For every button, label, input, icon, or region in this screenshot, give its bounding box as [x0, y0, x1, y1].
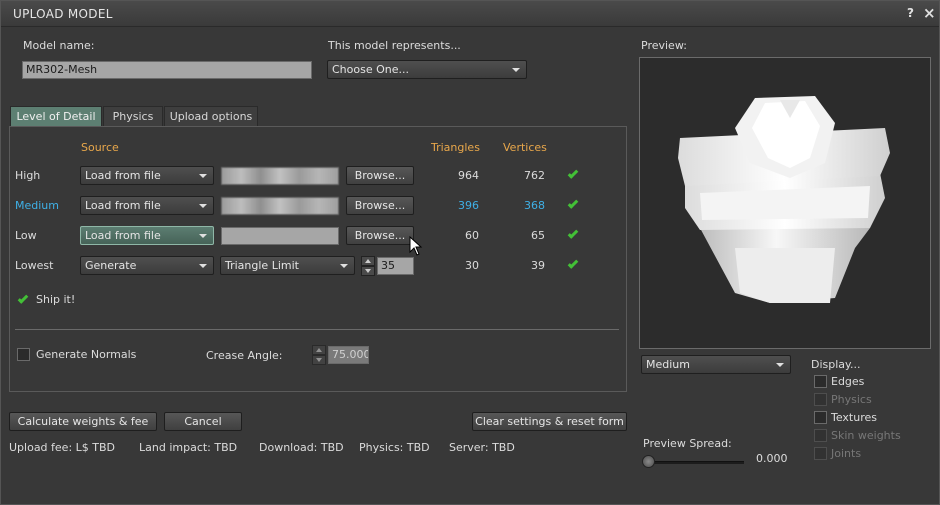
stepper-down-arrow-icon: [312, 355, 326, 365]
tab-level-of-detail[interactable]: Level of Detail: [10, 106, 102, 126]
lod-source-value: Generate: [85, 259, 137, 272]
lod-source-dropdown-lowest[interactable]: Generate: [80, 256, 214, 275]
lod-file-path-medium[interactable]: [221, 197, 339, 215]
generate-normals-checkbox[interactable]: [17, 348, 30, 361]
display-edges-checkbox[interactable]: [814, 375, 827, 388]
triangle-limit-stepper[interactable]: [361, 256, 375, 276]
triangles-value-high: 964: [458, 169, 479, 182]
display-joints-label: Joints: [831, 447, 862, 460]
mesh-preview-image: [678, 96, 890, 303]
display-physics-label: Physics: [831, 393, 872, 406]
generate-normals-label: Generate Normals: [36, 348, 137, 361]
model-name-label: Model name:: [23, 39, 95, 52]
preview-label: Preview:: [641, 39, 687, 52]
lod-row-name-medium: Medium: [15, 199, 59, 212]
server-text: Server: TBD: [449, 441, 515, 454]
upload-fee-text: Upload fee: L$ TBD: [9, 441, 116, 454]
display-label: Display...: [811, 358, 861, 371]
vertices-value-medium: 368: [524, 199, 545, 212]
chevron-down-icon: [199, 234, 207, 238]
display-skin-weights-checkbox: [814, 429, 827, 442]
lod-source-value: Load from file: [85, 199, 161, 212]
display-textures-label: Textures: [831, 411, 877, 424]
preview-spread-slider-handle[interactable]: [642, 455, 655, 468]
divider: [15, 329, 619, 330]
chevron-down-icon: [512, 68, 520, 72]
display-physics-checkbox: [814, 393, 827, 406]
chevron-down-icon: [340, 264, 348, 268]
download-text: Download: TBD: [259, 441, 344, 454]
chevron-down-icon: [199, 204, 207, 208]
window-title: UPLOAD MODEL: [13, 7, 113, 21]
chevron-down-icon: [199, 264, 207, 268]
tab-upload-options[interactable]: Upload options: [164, 106, 258, 126]
preview-spread-value: 0.000: [756, 452, 788, 465]
clear-settings-button[interactable]: Clear settings & reset form: [472, 412, 627, 431]
lod-file-path-low[interactable]: [221, 227, 339, 245]
ship-it-label: Ship it!: [36, 293, 76, 306]
display-textures-checkbox[interactable]: [814, 411, 827, 424]
display-edges-label: Edges: [831, 375, 865, 388]
vertices-value-low: 65: [531, 229, 545, 242]
preview-lod-dropdown[interactable]: Medium: [641, 355, 791, 374]
browse-button-high[interactable]: Browse...: [346, 166, 414, 185]
lod-row-name-low: Low: [15, 229, 37, 242]
chevron-down-icon: [776, 363, 784, 367]
crease-angle-input: 75.000: [328, 346, 369, 364]
lod-source-dropdown-medium[interactable]: Load from file: [80, 196, 214, 215]
land-impact-text: Land impact: TBD: [139, 441, 238, 454]
physics-text: Physics: TBD: [359, 441, 430, 454]
lod-source-value: Load from file: [85, 169, 161, 182]
stepper-up-arrow-icon[interactable]: [361, 256, 375, 266]
vertices-header: Vertices: [503, 141, 547, 154]
triangles-value-lowest: 30: [465, 259, 479, 272]
lod-source-dropdown-low[interactable]: Load from file: [80, 226, 214, 245]
upload-model-window: UPLOAD MODEL ? × Model name: MR302-Mesh …: [0, 0, 940, 505]
browse-button-low[interactable]: Browse...: [346, 226, 414, 245]
tab-physics[interactable]: Physics: [103, 106, 163, 126]
represents-value: Choose One...: [332, 63, 409, 76]
model-name-input[interactable]: MR302-Mesh: [22, 61, 312, 79]
crease-angle-stepper: [312, 345, 326, 365]
vertices-value-high: 762: [524, 169, 545, 182]
preview-lod-value: Medium: [646, 358, 690, 371]
preview-spread-label: Preview Spread:: [643, 437, 732, 450]
lod-file-path-high[interactable]: [221, 167, 339, 185]
triangles-value-medium: 396: [458, 199, 479, 212]
help-button[interactable]: ?: [907, 6, 914, 20]
cancel-button[interactable]: Cancel: [164, 412, 242, 431]
triangles-value-low: 60: [465, 229, 479, 242]
title-bar[interactable]: UPLOAD MODEL ? ×: [1, 1, 939, 27]
lod-method-value: Triangle Limit: [225, 259, 299, 272]
close-button[interactable]: ×: [923, 4, 936, 22]
display-skin-weights-label: Skin weights: [831, 429, 901, 442]
lod-method-dropdown-lowest[interactable]: Triangle Limit: [220, 256, 355, 275]
lod-row-name-high: High: [15, 169, 41, 182]
mouse-cursor-icon: [409, 236, 423, 256]
stepper-down-arrow-icon[interactable]: [361, 266, 375, 276]
browse-button-medium[interactable]: Browse...: [346, 196, 414, 215]
preview-viewport[interactable]: [639, 57, 931, 349]
lod-source-dropdown-high[interactable]: Load from file: [80, 166, 214, 185]
triangle-limit-input[interactable]: 35: [377, 257, 414, 275]
display-joints-checkbox: [814, 447, 827, 460]
stepper-up-arrow-icon: [312, 345, 326, 355]
source-header: Source: [81, 141, 119, 154]
represents-dropdown[interactable]: Choose One...: [327, 60, 527, 79]
chevron-down-icon: [199, 174, 207, 178]
crease-angle-label: Crease Angle:: [206, 349, 283, 362]
calculate-weights-button[interactable]: Calculate weights & fee: [9, 412, 157, 431]
represents-label: This model represents...: [328, 39, 461, 52]
lod-row-name-lowest: Lowest: [15, 259, 54, 272]
lod-source-value: Load from file: [85, 229, 161, 242]
triangles-header: Triangles: [431, 141, 480, 154]
vertices-value-lowest: 39: [531, 259, 545, 272]
preview-spread-track[interactable]: [647, 461, 744, 464]
